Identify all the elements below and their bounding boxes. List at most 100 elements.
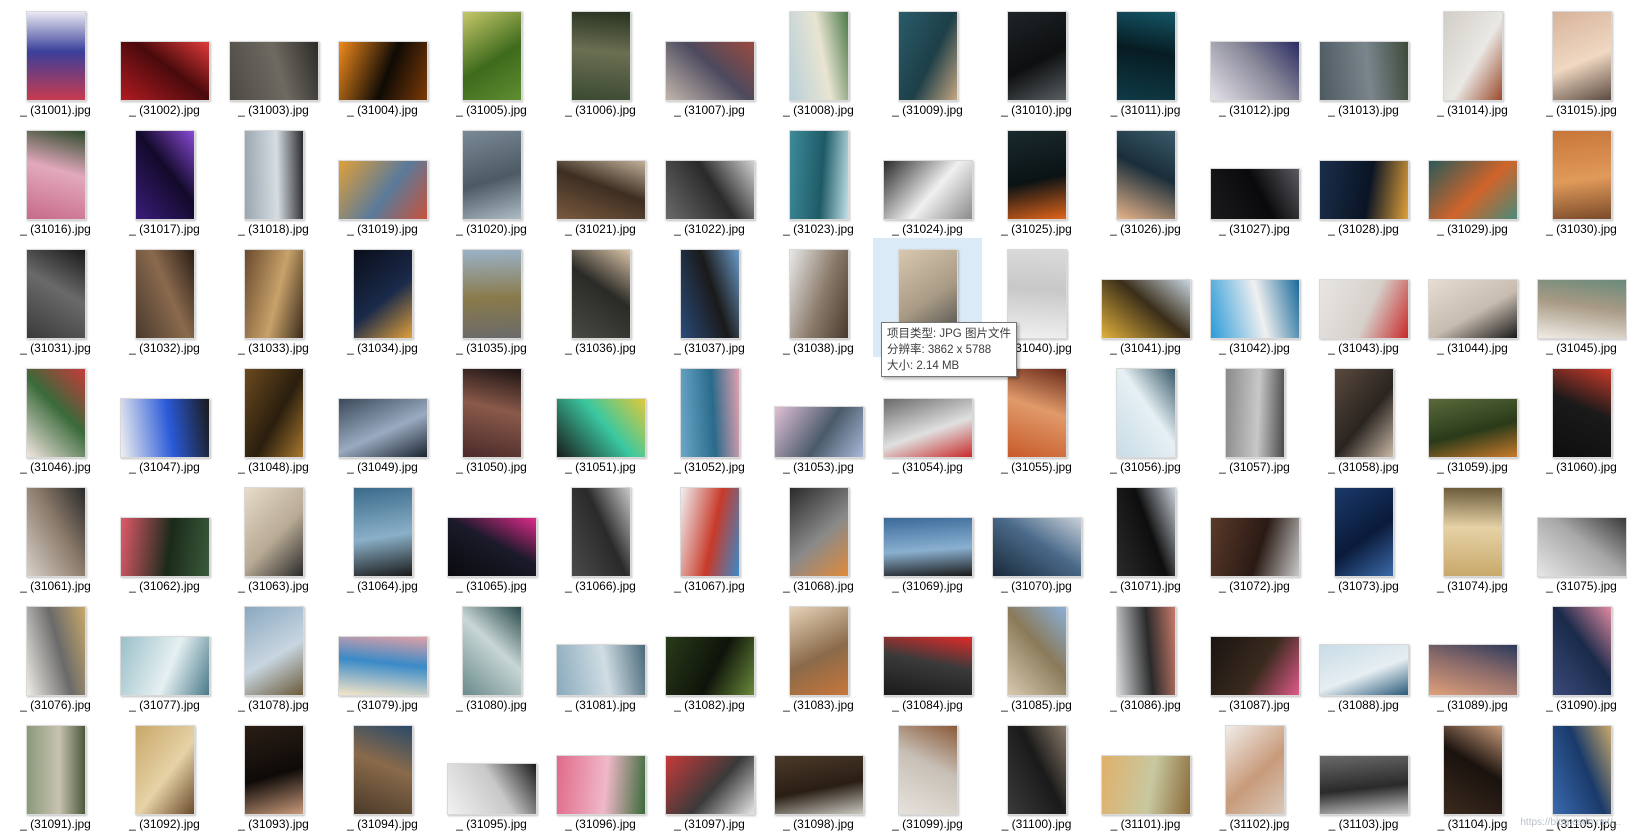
file-name-label[interactable]: _ (31098).jpg [764,817,873,831]
file-name-label[interactable]: _ (31026).jpg [1091,222,1200,236]
file-name-label[interactable]: _ (31021).jpg [546,222,655,236]
image-thumbnail[interactable] [1333,487,1394,577]
file-item[interactable]: _ (31008).jpg [764,0,873,119]
file-item[interactable]: _ (31093).jpg [219,714,328,833]
file-item[interactable]: _ (31062).jpg [110,476,219,595]
file-item[interactable]: _ (31013).jpg [1309,0,1418,119]
image-thumbnail[interactable] [243,130,304,220]
image-thumbnail[interactable] [1006,725,1067,815]
file-item[interactable]: _ (31072).jpg [1200,476,1309,595]
file-item[interactable]: _ (31060).jpg [1527,357,1627,476]
file-item[interactable]: _ (31102).jpg [1200,714,1309,833]
file-item[interactable]: _ (31061).jpg [1,476,110,595]
file-item[interactable]: _ (31030).jpg [1527,119,1627,238]
file-item[interactable]: _ (31105).jpg [1527,714,1627,833]
image-thumbnail[interactable] [664,636,755,696]
file-item[interactable]: _ (31083).jpg [764,595,873,714]
image-thumbnail[interactable] [1115,130,1176,220]
image-thumbnail[interactable] [1006,11,1067,101]
image-thumbnail[interactable] [1536,517,1627,577]
file-item[interactable]: _ (31091).jpg [1,714,110,833]
image-thumbnail[interactable] [1115,368,1176,458]
file-name-label[interactable]: _ (31083).jpg [764,698,873,712]
file-name-label[interactable]: _ (31011).jpg [1091,103,1200,117]
image-thumbnail[interactable] [352,249,413,339]
file-name-label[interactable]: _ (31041).jpg [1091,341,1200,355]
file-name-label[interactable]: _ (31067).jpg [655,579,764,593]
file-item[interactable]: _ (31064).jpg [328,476,437,595]
file-name-label[interactable]: _ (31009).jpg [873,103,982,117]
file-name-label[interactable]: _ (31054).jpg [873,460,982,474]
file-item[interactable]: _ (31027).jpg [1200,119,1309,238]
image-thumbnail[interactable] [788,606,849,696]
image-thumbnail[interactable] [1209,279,1300,339]
image-thumbnail[interactable] [337,160,428,220]
image-thumbnail[interactable] [1551,725,1612,815]
image-thumbnail[interactable] [25,11,86,101]
image-thumbnail[interactable] [1551,11,1612,101]
file-item[interactable]: _ (31066).jpg [546,476,655,595]
file-item[interactable]: _ (31028).jpg [1309,119,1418,238]
image-thumbnail[interactable] [1115,11,1176,101]
image-thumbnail[interactable] [243,606,304,696]
file-name-label[interactable]: _ (31008).jpg [764,103,873,117]
file-item[interactable]: _ (31099).jpg [873,714,982,833]
file-item[interactable]: _ (31023).jpg [764,119,873,238]
file-item[interactable]: _ (31048).jpg [219,357,328,476]
image-thumbnail[interactable] [1427,279,1518,339]
file-name-label[interactable]: _ (31015).jpg [1527,103,1627,117]
file-name-label[interactable]: _ (31046).jpg [1,460,110,474]
file-item[interactable]: _ (31041).jpg [1091,238,1200,357]
image-thumbnail[interactable] [1442,11,1503,101]
file-item[interactable]: _ (31094).jpg [328,714,437,833]
file-name-label[interactable]: _ (31043).jpg [1309,341,1418,355]
file-item[interactable]: _ (31043).jpg [1309,238,1418,357]
file-item[interactable]: _ (31080).jpg [437,595,546,714]
file-item[interactable]: _ (31101).jpg [1091,714,1200,833]
file-name-label[interactable]: _ (31070).jpg [982,579,1091,593]
image-thumbnail[interactable] [1318,279,1409,339]
image-thumbnail[interactable] [228,41,319,101]
image-thumbnail[interactable] [1551,606,1612,696]
file-name-label[interactable]: _ (31085).jpg [982,698,1091,712]
file-item[interactable]: _ (31010).jpg [982,0,1091,119]
image-thumbnail[interactable] [1318,755,1409,815]
file-name-label[interactable]: _ (31036).jpg [546,341,655,355]
file-item[interactable]: _ (31033).jpg [219,238,328,357]
file-name-label[interactable]: _ (31028).jpg [1309,222,1418,236]
image-thumbnail[interactable] [882,636,973,696]
file-item[interactable]: _ (31058).jpg [1309,357,1418,476]
file-item[interactable]: _ (31049).jpg [328,357,437,476]
file-item[interactable]: _ (31020).jpg [437,119,546,238]
file-name-label[interactable]: _ (31062).jpg [110,579,219,593]
image-thumbnail[interactable] [570,487,631,577]
file-item[interactable]: _ (31079).jpg [328,595,437,714]
image-thumbnail[interactable] [1100,279,1191,339]
image-thumbnail[interactable] [788,249,849,339]
image-thumbnail[interactable] [1224,725,1285,815]
image-thumbnail[interactable] [788,130,849,220]
image-thumbnail[interactable] [1006,368,1067,458]
file-item[interactable]: _ (31074).jpg [1418,476,1527,595]
file-name-label[interactable]: _ (31003).jpg [219,103,328,117]
file-name-label[interactable]: _ (31084).jpg [873,698,982,712]
file-name-label[interactable]: _ (31029).jpg [1418,222,1527,236]
file-item[interactable]: _ (31090).jpg [1527,595,1627,714]
file-name-label[interactable]: _ (31044).jpg [1418,341,1527,355]
image-thumbnail[interactable] [119,636,210,696]
file-item[interactable]: _ (31026).jpg [1091,119,1200,238]
file-name-label[interactable]: _ (31022).jpg [655,222,764,236]
file-name-label[interactable]: _ (31053).jpg [764,460,873,474]
file-name-label[interactable]: _ (31081).jpg [546,698,655,712]
file-name-label[interactable]: _ (31104).jpg [1418,817,1527,831]
file-item[interactable]: _ (31019).jpg [328,119,437,238]
file-item[interactable]: _ (31044).jpg [1418,238,1527,357]
file-name-label[interactable]: _ (31066).jpg [546,579,655,593]
file-name-label[interactable]: _ (31042).jpg [1200,341,1309,355]
image-thumbnail[interactable] [570,11,631,101]
image-thumbnail[interactable] [134,725,195,815]
file-item[interactable]: _ (31059).jpg [1418,357,1527,476]
file-name-label[interactable]: _ (31045).jpg [1527,341,1627,355]
file-name-label[interactable]: _ (31082).jpg [655,698,764,712]
file-name-label[interactable]: _ (31092).jpg [110,817,219,831]
